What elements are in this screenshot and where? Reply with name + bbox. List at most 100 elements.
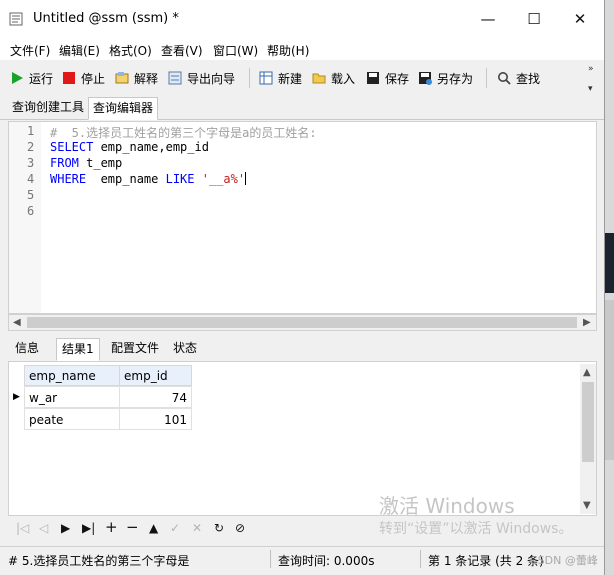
line-number: 2 <box>27 140 35 154</box>
tab-info[interactable]: 信息 <box>10 338 44 359</box>
line-number: 6 <box>27 204 35 218</box>
menu-help[interactable]: 帮助(H) <box>267 42 309 59</box>
commit-icon[interactable]: ✓ <box>170 521 180 535</box>
stop-button[interactable]: 停止 <box>62 69 105 87</box>
find-button[interactable]: 查找 <box>497 69 540 87</box>
menu-edit[interactable]: 编辑(E) <box>59 42 100 59</box>
scroll-up-icon[interactable]: ▲ <box>583 365 591 380</box>
keyword-like: LIKE <box>165 172 195 186</box>
stop-label: 停止 <box>81 71 106 86</box>
find-label: 查找 <box>516 71 541 86</box>
window-title: Untitled @ssm (ssm) * <box>33 11 179 26</box>
save-as-label: 另存为 <box>437 71 474 86</box>
background-window-edge <box>605 300 614 460</box>
new-button[interactable]: 新建 <box>259 69 302 87</box>
line-number: 5 <box>27 188 35 202</box>
maximize-button[interactable]: ☐ <box>511 0 557 38</box>
scrollbar-thumb[interactable] <box>27 317 577 328</box>
export-wizard-label: 导出向导 <box>187 71 236 86</box>
tab-profile[interactable]: 配置文件 <box>106 338 164 359</box>
tab-query-builder[interactable]: 查询创建工具 <box>8 97 88 118</box>
stop-icon <box>63 72 75 84</box>
apply-changes-icon[interactable]: ▲ <box>149 521 158 535</box>
table-cell[interactable]: 101 <box>119 408 192 430</box>
stop-refresh-icon[interactable]: ⊘ <box>235 521 245 535</box>
run-label: 运行 <box>29 71 54 86</box>
load-label: 载入 <box>331 71 356 86</box>
tab-status[interactable]: 状态 <box>168 338 202 359</box>
code-line-comment: # 5.选择员工姓名的第三个字母是a的员工姓名: <box>50 126 317 140</box>
save-button[interactable]: 保存 <box>366 69 409 87</box>
editor-tab-strip: 查询创建工具 查询编辑器 <box>0 95 604 120</box>
result-grid[interactable]: emp_name emp_id ▶ w_ar 74 peate 101 激活 W… <box>8 361 597 537</box>
column-header-emp-name[interactable]: emp_name <box>24 365 120 386</box>
table-cell[interactable]: peate <box>24 408 120 430</box>
explain-label: 解释 <box>134 71 159 86</box>
code-line-where: WHERE emp_name LIKE '__a%' <box>50 172 247 186</box>
status-separator <box>420 550 421 568</box>
toolbar-separator <box>486 68 487 88</box>
grid-vertical-scrollbar[interactable]: ▲ ▼ <box>580 364 596 514</box>
export-wizard-button[interactable]: 导出向导 <box>168 69 235 87</box>
title-bar: Untitled @ssm (ssm) * — ☐ ✕ <box>0 0 604 38</box>
sql-editor[interactable]: 1 2 3 4 5 6 # 5.选择员工姓名的第三个字母是a的员工姓名: SEL… <box>8 121 597 314</box>
refresh-icon[interactable]: ↻ <box>214 521 224 535</box>
scrollbar-thumb[interactable] <box>582 382 594 462</box>
table-cell[interactable]: 74 <box>119 386 192 408</box>
save-label: 保存 <box>385 71 410 86</box>
line-number: 4 <box>27 172 35 186</box>
scroll-down-icon[interactable]: ▼ <box>583 498 591 513</box>
explain-icon <box>115 72 129 84</box>
folder-icon <box>312 73 326 84</box>
like-pattern: '__a%' <box>194 172 246 186</box>
play-icon <box>12 72 23 84</box>
tab-result1[interactable]: 结果1 <box>56 338 100 361</box>
app-window: Untitled @ssm (ssm) * — ☐ ✕ 文件(F) 编辑(E) … <box>0 0 605 575</box>
app-icon <box>9 12 23 26</box>
save-as-button[interactable]: 另存为 <box>418 69 473 87</box>
save-as-icon <box>419 72 432 85</box>
delete-record-icon[interactable]: − <box>126 518 139 536</box>
new-label: 新建 <box>278 71 303 86</box>
select-columns: emp_name,emp_id <box>93 140 209 154</box>
toolbar-separator <box>249 68 250 88</box>
explain-button[interactable]: 解释 <box>115 69 158 87</box>
where-column: emp_name <box>86 172 166 186</box>
menu-view[interactable]: 查看(V) <box>161 42 203 59</box>
keyword-where: WHERE <box>50 172 87 186</box>
export-icon <box>168 71 182 85</box>
result-tab-strip: 信息 结果1 配置文件 状态 <box>8 337 597 361</box>
add-record-icon[interactable]: + <box>105 518 118 536</box>
column-header-emp-id[interactable]: emp_id <box>119 365 192 386</box>
background-window-edge <box>605 233 614 293</box>
toolbar: 运行 停止 解释 导出向导 新建 载入 保存 另存为 查找 <box>0 62 604 94</box>
last-record-icon[interactable]: ▶| <box>82 521 95 535</box>
load-button[interactable]: 载入 <box>312 69 355 87</box>
save-icon <box>367 72 379 84</box>
editor-horizontal-scrollbar[interactable]: ◀ ▶ <box>8 314 597 331</box>
status-separator <box>270 550 271 568</box>
minimize-button[interactable]: — <box>465 0 511 38</box>
menu-file[interactable]: 文件(F) <box>10 42 50 59</box>
close-button[interactable]: ✕ <box>557 0 603 38</box>
keyword-select: SELECT <box>50 140 94 154</box>
run-button[interactable]: 运行 <box>10 69 53 87</box>
next-record-icon[interactable]: ▶ <box>61 521 70 535</box>
toolbar-overflow-icon[interactable]: » ▾ <box>588 64 594 94</box>
first-record-icon[interactable]: |◁ <box>16 521 29 535</box>
status-query-preview: # 5.选择员工姓名的第三个字母是 <box>8 554 190 568</box>
cancel-changes-icon[interactable]: ✕ <box>192 521 202 535</box>
tab-query-editor[interactable]: 查询编辑器 <box>88 97 159 120</box>
table-cell[interactable]: w_ar <box>24 386 120 408</box>
menu-window[interactable]: 窗口(W) <box>213 42 258 59</box>
scroll-right-icon[interactable]: ▶ <box>583 315 591 330</box>
status-record-count: 第 1 条记录 (共 2 条) <box>428 554 544 568</box>
status-query-time: 查询时间: 0.000s <box>278 554 375 568</box>
new-grid-icon <box>259 71 273 85</box>
code-line-from: FROM t_emp <box>50 156 122 170</box>
from-table: t_emp <box>78 156 123 170</box>
previous-record-icon[interactable]: ◁ <box>39 521 48 535</box>
credit-watermark: CSDN @蕾峰 <box>530 554 598 567</box>
menu-format[interactable]: 格式(O) <box>109 42 152 59</box>
scroll-left-icon[interactable]: ◀ <box>13 315 21 330</box>
